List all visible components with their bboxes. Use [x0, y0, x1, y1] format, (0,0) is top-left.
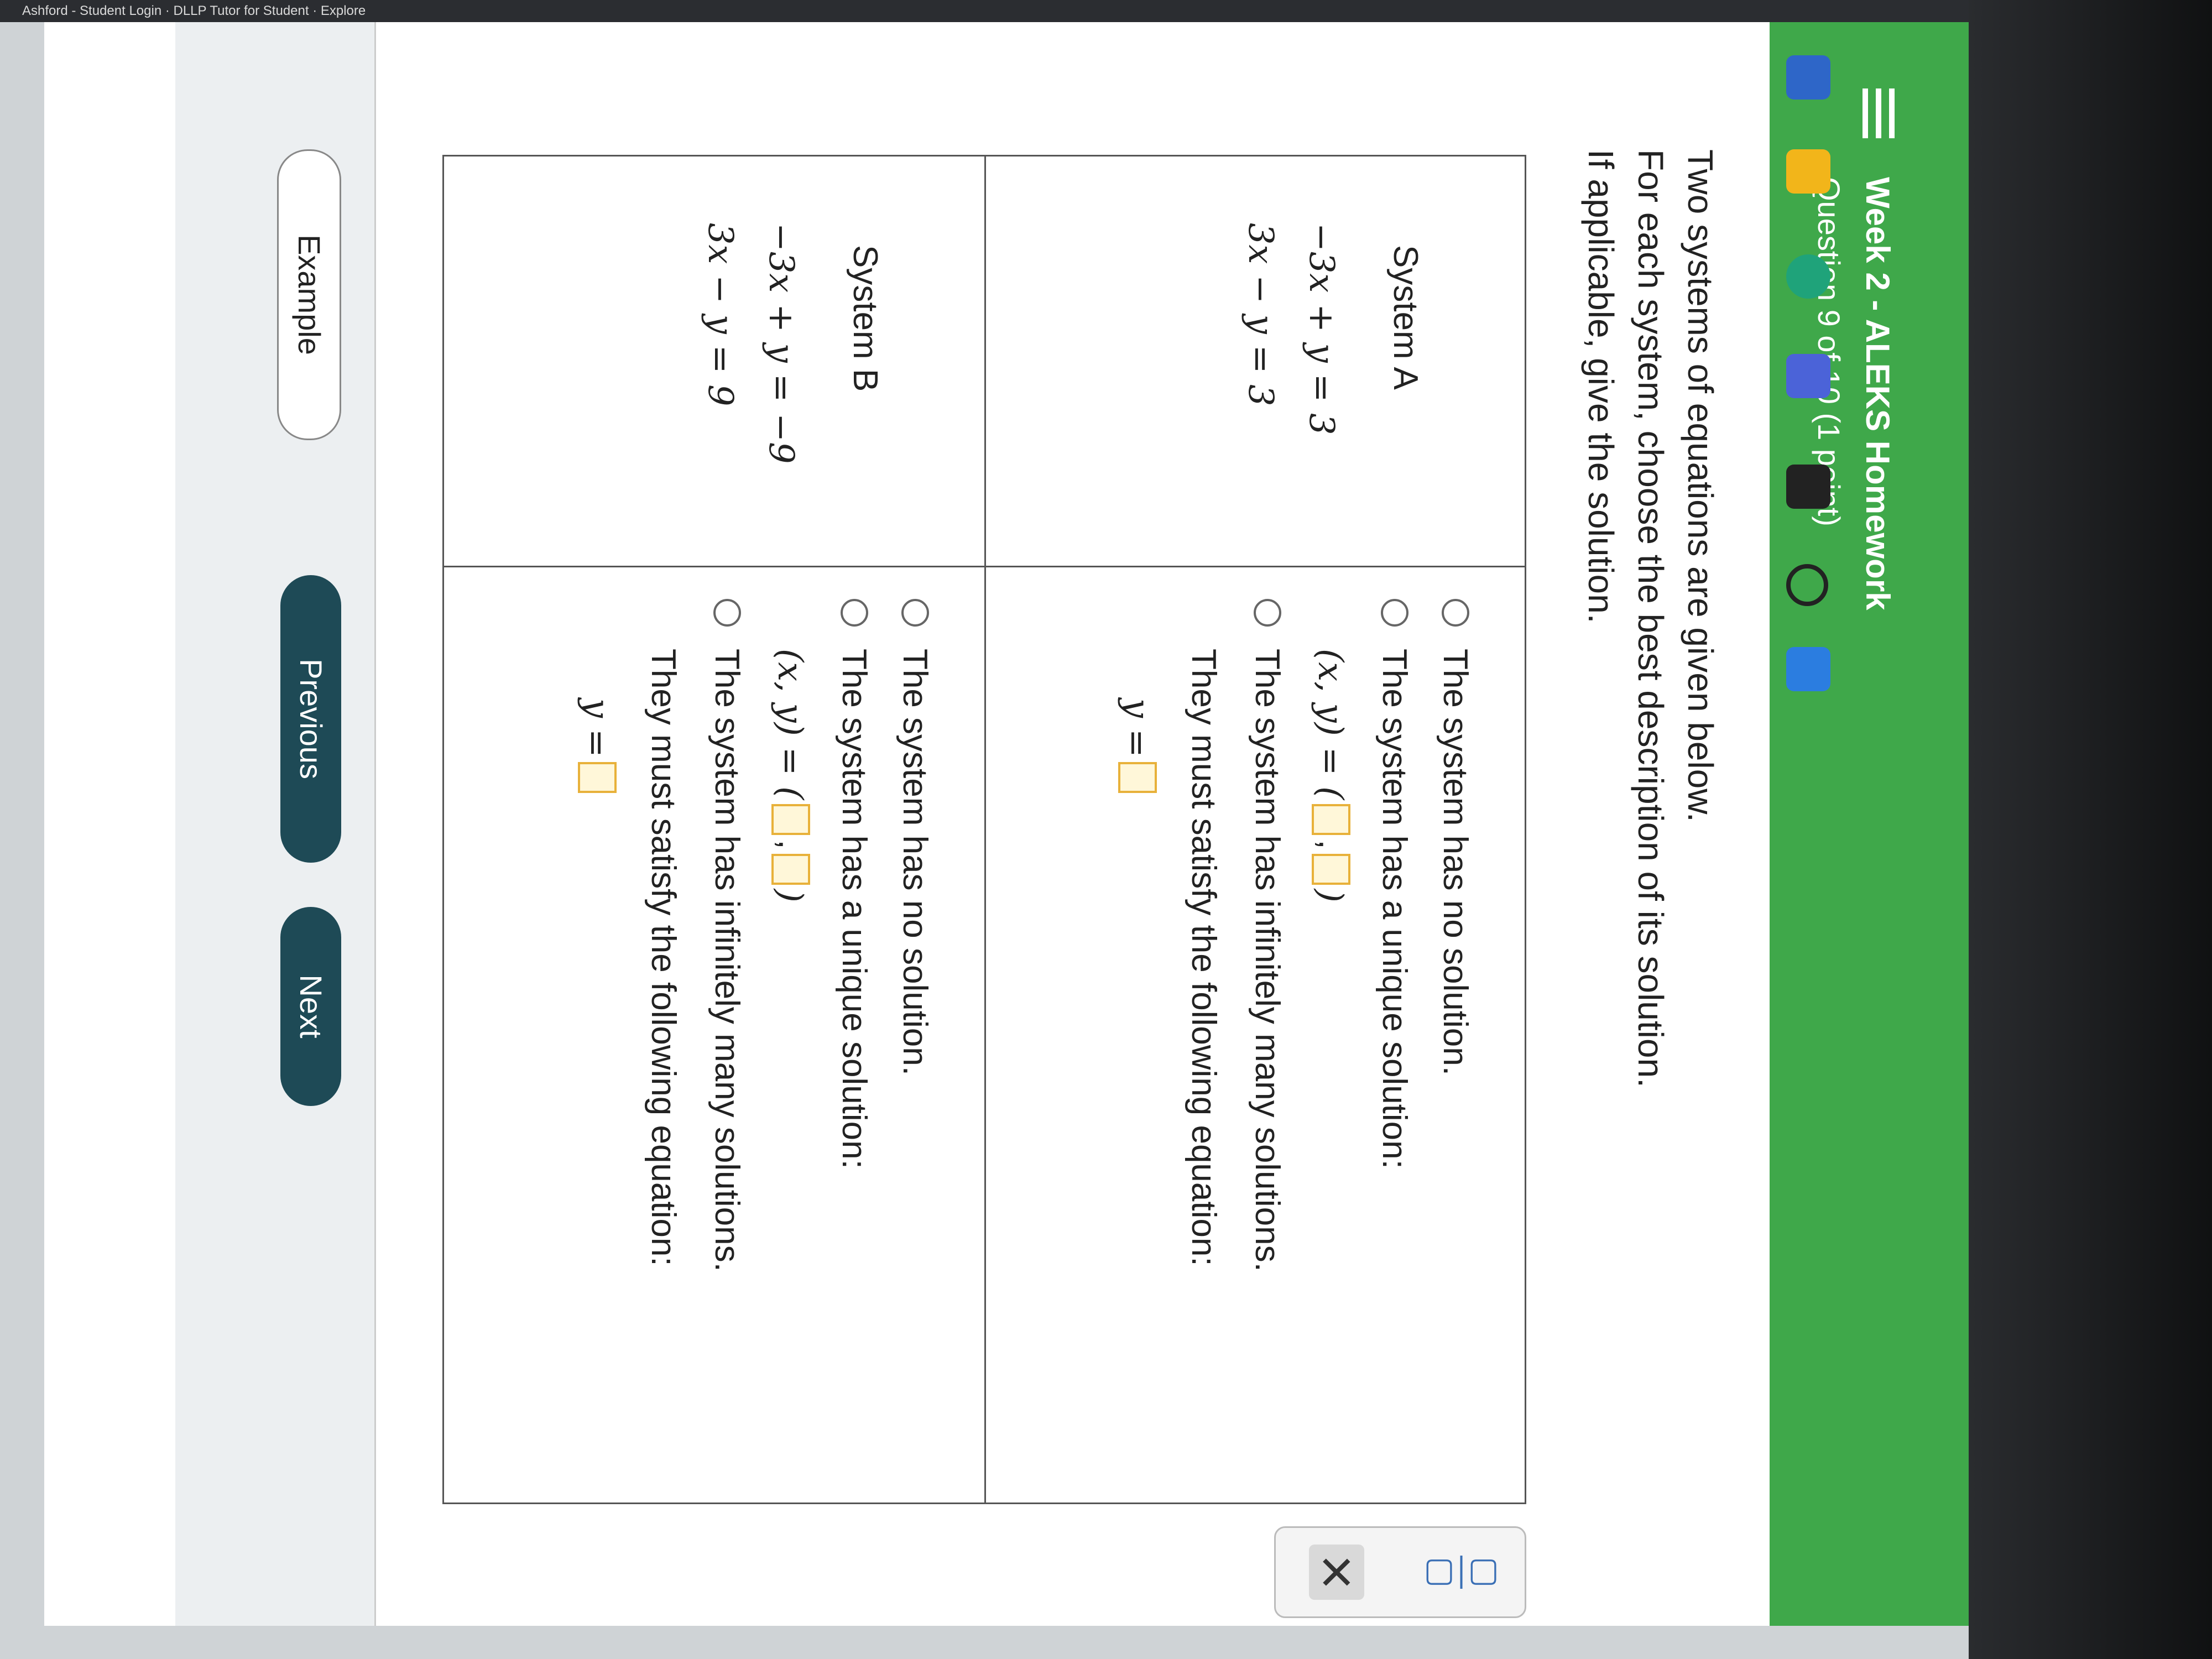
aleks-screen: Week 2 - ALEKS Homework Question 9 of 10…	[44, 22, 1980, 1626]
system-b-equation-2: 3x − y = 9	[701, 223, 741, 406]
system-b-equation-input[interactable]	[578, 761, 617, 793]
system-a-equation-2: 3x − y = 3	[1241, 223, 1281, 406]
system-b-equations: System B −3x + y = −9 3x − y = 9	[444, 156, 984, 567]
system-a-equations: System A −3x + y = 3 3x − y = 3	[986, 156, 1525, 567]
system-b-satisfy-text: They must satisfy the following equation…	[644, 649, 683, 1266]
system-b-option-infinite[interactable]: The system has infinitely many solutions…	[697, 599, 758, 1484]
system-a-x-input[interactable]	[1312, 804, 1350, 836]
xy-expression: (x, y) =	[770, 649, 811, 776]
system-b-y-input[interactable]	[771, 853, 810, 885]
radio-button[interactable]	[841, 599, 868, 627]
chat-icon[interactable]	[1786, 354, 1830, 398]
system-a-label: System A	[1386, 245, 1425, 390]
option-label: The system has no solution.	[1436, 649, 1475, 1076]
example-button[interactable]: Example	[277, 149, 341, 440]
windows-taskbar	[1775, 0, 1841, 1659]
fraction-icon[interactable]: ▢ ― ▢	[1423, 1550, 1505, 1594]
system-a-satisfy-text: They must satisfy the following equation…	[1185, 649, 1223, 1266]
option-label: The system has infinitely many solutions…	[708, 649, 747, 1272]
system-a-unique-solution: (x, y) = ( , )	[1311, 649, 1352, 902]
system-a-equation-input[interactable]	[1118, 761, 1157, 793]
system-a-equation-1: −3x + y = 3	[1302, 223, 1342, 435]
instruction-line: For each system, choose the best descrip…	[1631, 149, 1671, 1088]
instructions: Two systems of equations are given below…	[1576, 149, 1725, 1477]
browser-tab-strip[interactable]: Ashford - Student Login · DLLP Tutor for…	[0, 0, 2212, 22]
next-button[interactable]: Next	[280, 907, 341, 1106]
footer-bar: Example Previous Next	[175, 22, 376, 1626]
option-label: The system has a unique solution:	[1375, 649, 1414, 1169]
system-b-unique-solution: (x, y) = ( , )	[770, 649, 811, 902]
system-b-equation-1: −3x + y = −9	[761, 223, 802, 464]
monitor-bezel	[1969, 0, 2212, 1659]
system-b-option-no-solution[interactable]: The system has no solution.	[885, 599, 946, 1484]
system-a-row: System A −3x + y = 3 3x − y = 3 The syst…	[984, 156, 1525, 1503]
radio-button[interactable]	[901, 599, 929, 627]
system-b-option-unique[interactable]: The system has a unique solution:	[824, 599, 885, 1484]
previous-button[interactable]: Previous	[280, 575, 341, 863]
system-b-x-input[interactable]	[771, 804, 810, 836]
option-label: The system has infinitely many solutions…	[1248, 649, 1287, 1272]
system-b-options: The system has no solution. The system h…	[564, 599, 946, 1484]
assignment-title: Week 2 - ALEKS Homework	[1859, 177, 1896, 611]
instruction-line: If applicable, give the solution.	[1581, 149, 1621, 624]
system-b-row: System B −3x + y = −9 3x − y = 9 The sys…	[444, 156, 984, 1503]
search-icon[interactable]	[1786, 564, 1828, 606]
instruction-line: Two systems of equations are given below…	[1681, 149, 1720, 822]
system-a-option-no-solution[interactable]: The system has no solution.	[1425, 599, 1486, 1484]
system-b-equation-entry: y =	[564, 599, 630, 1484]
radio-button[interactable]	[1381, 599, 1408, 627]
file-explorer-icon[interactable]	[1786, 149, 1830, 194]
option-label: The system has a unique solution:	[835, 649, 874, 1169]
y-expression: y =	[1117, 698, 1158, 758]
close-icon[interactable]: ×	[1303, 1545, 1371, 1600]
system-a-options: The system has no solution. The system h…	[1104, 599, 1486, 1484]
task-view-icon[interactable]	[1786, 465, 1830, 509]
radio-button[interactable]	[1442, 599, 1469, 627]
radio-button[interactable]	[1254, 599, 1281, 627]
system-a-option-unique[interactable]: The system has a unique solution:	[1364, 599, 1425, 1484]
xy-expression: (x, y) =	[1311, 649, 1352, 776]
system-a-y-input[interactable]	[1312, 853, 1350, 885]
edge-icon[interactable]	[1786, 254, 1830, 299]
math-toolbox: ▢ ― ▢ ×	[1274, 1526, 1526, 1618]
menu-icon[interactable]	[1853, 88, 1902, 138]
windows-start-icon[interactable]	[1786, 647, 1830, 691]
y-expression: y =	[577, 698, 618, 758]
store-icon[interactable]	[1786, 55, 1830, 100]
system-b-label: System B	[846, 245, 884, 392]
system-a-equation-entry: y =	[1104, 599, 1171, 1484]
radio-button[interactable]	[713, 599, 741, 627]
system-a-option-infinite[interactable]: The system has infinitely many solutions…	[1237, 599, 1298, 1484]
option-label: The system has no solution.	[896, 649, 935, 1076]
systems-table: System A −3x + y = 3 3x − y = 3 The syst…	[442, 155, 1526, 1504]
